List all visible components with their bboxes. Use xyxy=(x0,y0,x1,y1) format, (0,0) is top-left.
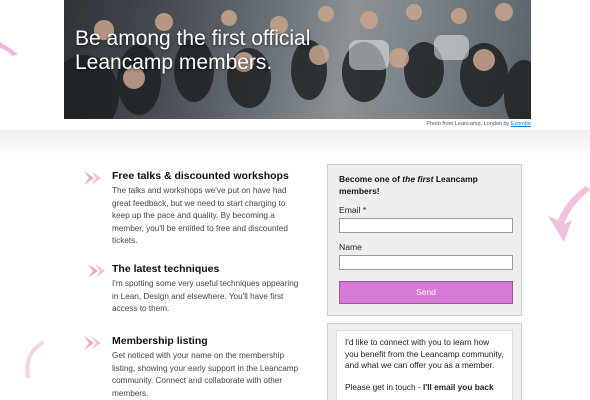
connect-text: I'd like to connect with you to learn ho… xyxy=(345,337,504,370)
photo-credit: Photo from Leancamp, London by Ezombe xyxy=(426,121,531,127)
signup-heading: Become one of the first Leancamp members… xyxy=(339,173,510,197)
feature-membership-listing: Membership listing Get noticed with your… xyxy=(84,335,304,400)
connect-box: I'd like to connect with you to learn ho… xyxy=(327,323,522,400)
feature-free-talks: Free talks & discounted workshops The ta… xyxy=(84,170,304,248)
chevron-right-icon xyxy=(88,264,105,278)
decorative-swirl-left xyxy=(25,340,44,379)
photo-credit-text: Photo from Leancamp, London by xyxy=(426,121,511,127)
name-label: Name xyxy=(339,242,362,252)
feature-body: I'm spotting some very useful techniques… xyxy=(112,279,299,313)
decorative-swoosh-left xyxy=(0,42,18,56)
chevron-right-icon xyxy=(84,171,101,185)
hero-title: Be among the first official Leancamp mem… xyxy=(75,27,311,74)
feature-title: Membership listing xyxy=(112,335,208,347)
connect-cta-bold: I'll email you back xyxy=(422,381,494,392)
feature-body: Get noticed with your name on the member… xyxy=(112,351,299,398)
send-button[interactable]: Send xyxy=(339,281,513,304)
feature-body: The talks and workshops we've put on hav… xyxy=(112,186,288,245)
connect-cta-text: Please get in touch - xyxy=(345,381,423,392)
feature-title: The latest techniques xyxy=(112,263,220,275)
signup-heading-emphasis: the first xyxy=(402,174,434,184)
hero-banner: Be among the first official Leancamp mem… xyxy=(64,0,531,119)
photo-credit-link[interactable]: Ezombe xyxy=(511,121,531,127)
section-divider-band xyxy=(0,130,590,160)
email-label: Email * xyxy=(339,205,367,215)
connect-message: I'd like to connect with you to learn ho… xyxy=(336,330,513,400)
email-field[interactable] xyxy=(339,218,513,233)
chevron-right-icon xyxy=(84,336,101,350)
signup-form: Become one of the first Leancamp members… xyxy=(327,164,522,316)
decorative-arrow-right xyxy=(548,186,590,242)
connect-cta: Please get in touch - I'll email you bac… xyxy=(345,382,504,394)
signup-heading-pre: Become one of xyxy=(339,174,403,184)
feature-title: Free talks & discounted workshops xyxy=(112,170,289,182)
name-field[interactable] xyxy=(339,255,513,270)
feature-latest-techniques: The latest techniques I'm spotting some … xyxy=(84,263,304,316)
